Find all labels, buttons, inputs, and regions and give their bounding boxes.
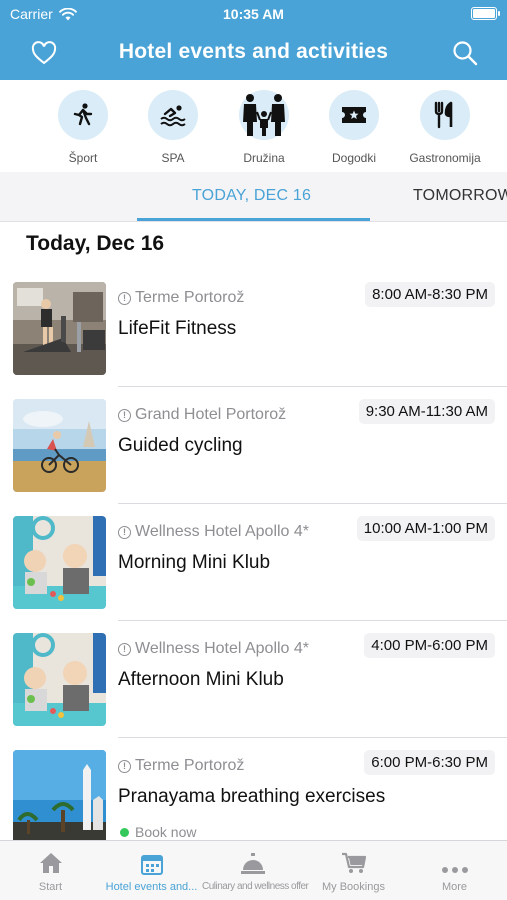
running-icon [73, 103, 93, 126]
event-location-text: Terme Portorož [135, 289, 245, 306]
fork-knife-icon [434, 101, 453, 129]
info-icon: ! [118, 525, 131, 539]
event-time-badge: 10:00 AM-1:00 PM [356, 516, 495, 541]
tab-start[interactable]: Start [0, 841, 101, 900]
event-row[interactable]: ! Terme Portorož 6:00 PM-6:30 PM Pranaya… [0, 738, 507, 840]
home-icon [39, 853, 62, 873]
tab-culinary-wellness[interactable]: Culinary and wellness offer [202, 841, 309, 900]
event-location-text: Terme Portorož [135, 757, 245, 774]
info-icon: ! [118, 408, 131, 422]
event-location-text: Wellness Hotel Apollo 4* [135, 640, 310, 657]
category-icon-circle [420, 90, 470, 140]
category-gastronomy[interactable]: Gastronomija [403, 90, 487, 165]
tab-label: Hotel events and... [105, 881, 198, 893]
battery-icon [471, 7, 500, 20]
date-tabs: TODAY, DEC 16 TOMORROW [0, 172, 507, 222]
calendar-icon [140, 855, 163, 875]
tab-label: Culinary and wellness offer [202, 881, 309, 892]
event-time-badge: 9:30 AM-11:30 AM [358, 399, 495, 424]
category-filter-bar: Šport SPA Družina Dogodki Gastronomija [0, 80, 507, 172]
search-button[interactable] [449, 38, 481, 68]
active-tab-indicator [137, 218, 370, 221]
event-row[interactable]: ! Grand Hotel Portorož 9:30 AM-11:30 AM … [0, 387, 507, 504]
tab-my-bookings[interactable]: My Bookings [303, 841, 404, 900]
events-list: ! Terme Portorož 8:00 AM-8:30 PM LifeFit… [0, 270, 507, 840]
section-title: Today, Dec 16 [26, 232, 165, 255]
event-time-badge: 6:00 PM-6:30 PM [364, 750, 495, 775]
event-thumbnail [13, 750, 106, 840]
info-icon: ! [118, 759, 131, 773]
book-now-label: Book now [135, 824, 197, 840]
status-bar: Carrier 10:35 AM [0, 0, 507, 28]
event-title: Morning Mini Klub [118, 552, 271, 573]
event-location: ! Wellness Hotel Apollo 4* [118, 523, 309, 541]
event-location: ! Terme Portorož [118, 289, 244, 307]
app-header: Carrier 10:35 AM Hotel events and activi… [0, 0, 507, 80]
search-icon [453, 41, 478, 66]
swimming-icon [160, 105, 186, 127]
event-location-text: Wellness Hotel Apollo 4* [135, 523, 310, 540]
event-title: Afternoon Mini Klub [118, 669, 284, 690]
category-icon-circle [58, 90, 108, 140]
cart-icon [341, 852, 366, 873]
category-label: Dogodki [331, 151, 377, 165]
category-events[interactable]: Dogodki [312, 90, 396, 165]
event-thumbnail [13, 399, 106, 492]
category-label: SPA [161, 151, 185, 165]
category-label: Družina [243, 151, 285, 165]
info-icon: ! [118, 291, 131, 305]
more-icon [441, 867, 468, 873]
category-icon-circle [329, 90, 379, 140]
event-title: LifeFit Fitness [118, 318, 237, 339]
tab-hotel-events[interactable]: Hotel events and... [101, 841, 202, 900]
event-location: ! Grand Hotel Portorož [118, 406, 286, 424]
nav-bar: Hotel events and activities [0, 30, 507, 76]
category-icon-circle [239, 90, 289, 140]
event-title: Pranayama breathing exercises [118, 786, 386, 807]
tab-label: Start [38, 881, 63, 893]
category-label: Šport [68, 151, 98, 165]
service-bell-icon [240, 853, 265, 874]
bottom-tab-bar: Start Hotel events and... Culinary and w… [0, 840, 507, 900]
clock: 10:35 AM [223, 6, 284, 22]
availability-dot [120, 827, 129, 837]
category-family[interactable]: Družina [222, 90, 306, 165]
event-time-badge: 8:00 AM-8:30 PM [365, 282, 495, 307]
event-location: ! Terme Portorož [118, 757, 244, 775]
event-location: ! Wellness Hotel Apollo 4* [118, 640, 309, 658]
category-label: Gastronomija [409, 151, 481, 165]
tab-label: More [441, 881, 468, 893]
event-row[interactable]: ! Terme Portorož 8:00 AM-8:30 PM LifeFit… [0, 270, 507, 387]
tab-label: My Bookings [322, 881, 385, 893]
event-thumbnail [13, 282, 106, 375]
family-icon [243, 94, 285, 136]
tab-today[interactable]: TODAY, DEC 16 [192, 187, 311, 205]
event-row[interactable]: ! Wellness Hotel Apollo 4* 4:00 PM-6:00 … [0, 621, 507, 738]
event-thumbnail [13, 633, 106, 726]
category-spa[interactable]: SPA [131, 90, 215, 165]
event-title: Guided cycling [118, 435, 243, 456]
tab-tomorrow[interactable]: TOMORROW [413, 187, 507, 205]
info-icon: ! [118, 642, 131, 656]
page-title: Hotel events and activities [118, 40, 389, 63]
event-row[interactable]: ! Wellness Hotel Apollo 4* 10:00 AM-1:00… [0, 504, 507, 621]
event-time-badge: 4:00 PM-6:00 PM [364, 633, 495, 658]
event-location-text: Grand Hotel Portorož [135, 406, 287, 423]
ticket-icon [342, 107, 366, 123]
category-sport[interactable]: Šport [41, 90, 125, 165]
tab-more[interactable]: More [404, 841, 505, 900]
event-thumbnail [13, 516, 106, 609]
book-now-link[interactable]: Book now [120, 824, 196, 840]
category-icon-circle [148, 90, 198, 140]
